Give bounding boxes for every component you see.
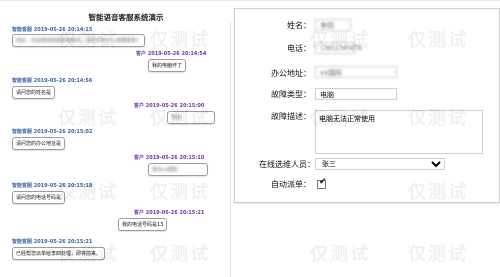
chat-bubble-right: 我的电脑坏了 [148, 59, 187, 72]
chat-meta: 智能客服 2019-05-26 20:15:21 [12, 239, 93, 245]
fault-type-field[interactable]: 电脑 [315, 88, 397, 100]
auto-dispatch-label: 自动派单： [271, 180, 311, 189]
chat-text: 我在xx国际 [152, 167, 178, 173]
chat-bubble-right: 李四 [167, 111, 215, 124]
watermark: 仅测试 [408, 244, 468, 265]
fault-type-label: 故障类型： [271, 90, 311, 99]
chat-panel: 智能语音客服系统演示 智能客服 2019-05-26 20:14:15 您好，欢… [6, 10, 231, 277]
chat-bubble-left: 请问您的姓名是 [12, 86, 56, 99]
dispatch-form: 姓名： 李四 电话： 13812345678 办公地址： xx国际 故障类型： … [234, 8, 500, 203]
auto-dispatch-checkbox[interactable]: ✔ [317, 177, 327, 189]
chat-text: 您好，欢迎使用智能报修服务，请问您有什么需要帮助？ [16, 38, 142, 44]
phone-label: 电话： [287, 44, 311, 53]
chat-title: 智能语音客服系统演示 [88, 13, 164, 22]
chat-meta: 客户 2019-05-26 20:15:10 [134, 155, 205, 161]
chat-text: 李四 [171, 115, 182, 121]
chat-meta: 智能客服 2019-05-26 20:15:02 [12, 129, 93, 135]
online-staff-label: 在线选维人员： [259, 160, 315, 169]
chat-text: 请问您的电话号码是 [16, 195, 62, 201]
chat-bubble-right: 我在xx国际 [148, 163, 208, 176]
phone-field[interactable]: 13812345678 [315, 42, 362, 54]
chat-text: 请问您的办公地址是 [16, 141, 62, 147]
name-label: 姓名： [287, 21, 311, 30]
chat-bubble-left: 已经帮您派单给李四处理，即将前来。 [12, 247, 106, 260]
chat-text: 已经帮您派单给李四处理，即将前来。 [16, 251, 102, 257]
chat-text: 我的电话号码是13 [122, 222, 164, 228]
checkmark-icon: ✔ [319, 177, 327, 187]
chat-bubble-left: 您好，欢迎使用智能报修服务，请问您有什么需要帮助？ [12, 34, 146, 47]
chat-meta: 客户 2019-05-26 20:14:54 [136, 51, 207, 57]
chat-meta: 客户 2019-05-26 20:15:21 [134, 210, 205, 216]
chat-bubble-right: 我的电话号码是13 [118, 218, 168, 231]
chat-meta: 智能客服 2019-05-26 20:14:15 [12, 27, 93, 33]
watermark: 仅测试 [310, 244, 370, 265]
fault-desc-label: 故障描述： [271, 112, 311, 121]
chat-text: 请问您的姓名是 [16, 90, 52, 96]
chat-meta: 客户 2019-05-26 20:15:00 [134, 103, 205, 109]
online-staff-select[interactable]: 张三 [315, 158, 445, 170]
chat-meta: 智能客服 2019-05-26 20:14:56 [12, 78, 93, 84]
top-divider [0, 0, 500, 1]
chat-bubble-left: 请问您的办公地址是 [12, 137, 66, 150]
fault-desc-textarea[interactable]: 电脑无法正常使用 [315, 110, 483, 154]
chat-bubble-left: 请问您的电话号码是 [12, 191, 66, 204]
office-label: 办公地址： [271, 69, 311, 78]
chat-text: 我的电脑坏了 [152, 63, 183, 69]
name-field[interactable]: 李四 [315, 19, 351, 31]
office-field[interactable]: xx国际 [315, 66, 397, 78]
chat-meta: 智能客服 2019-05-26 20:15:18 [12, 183, 93, 189]
